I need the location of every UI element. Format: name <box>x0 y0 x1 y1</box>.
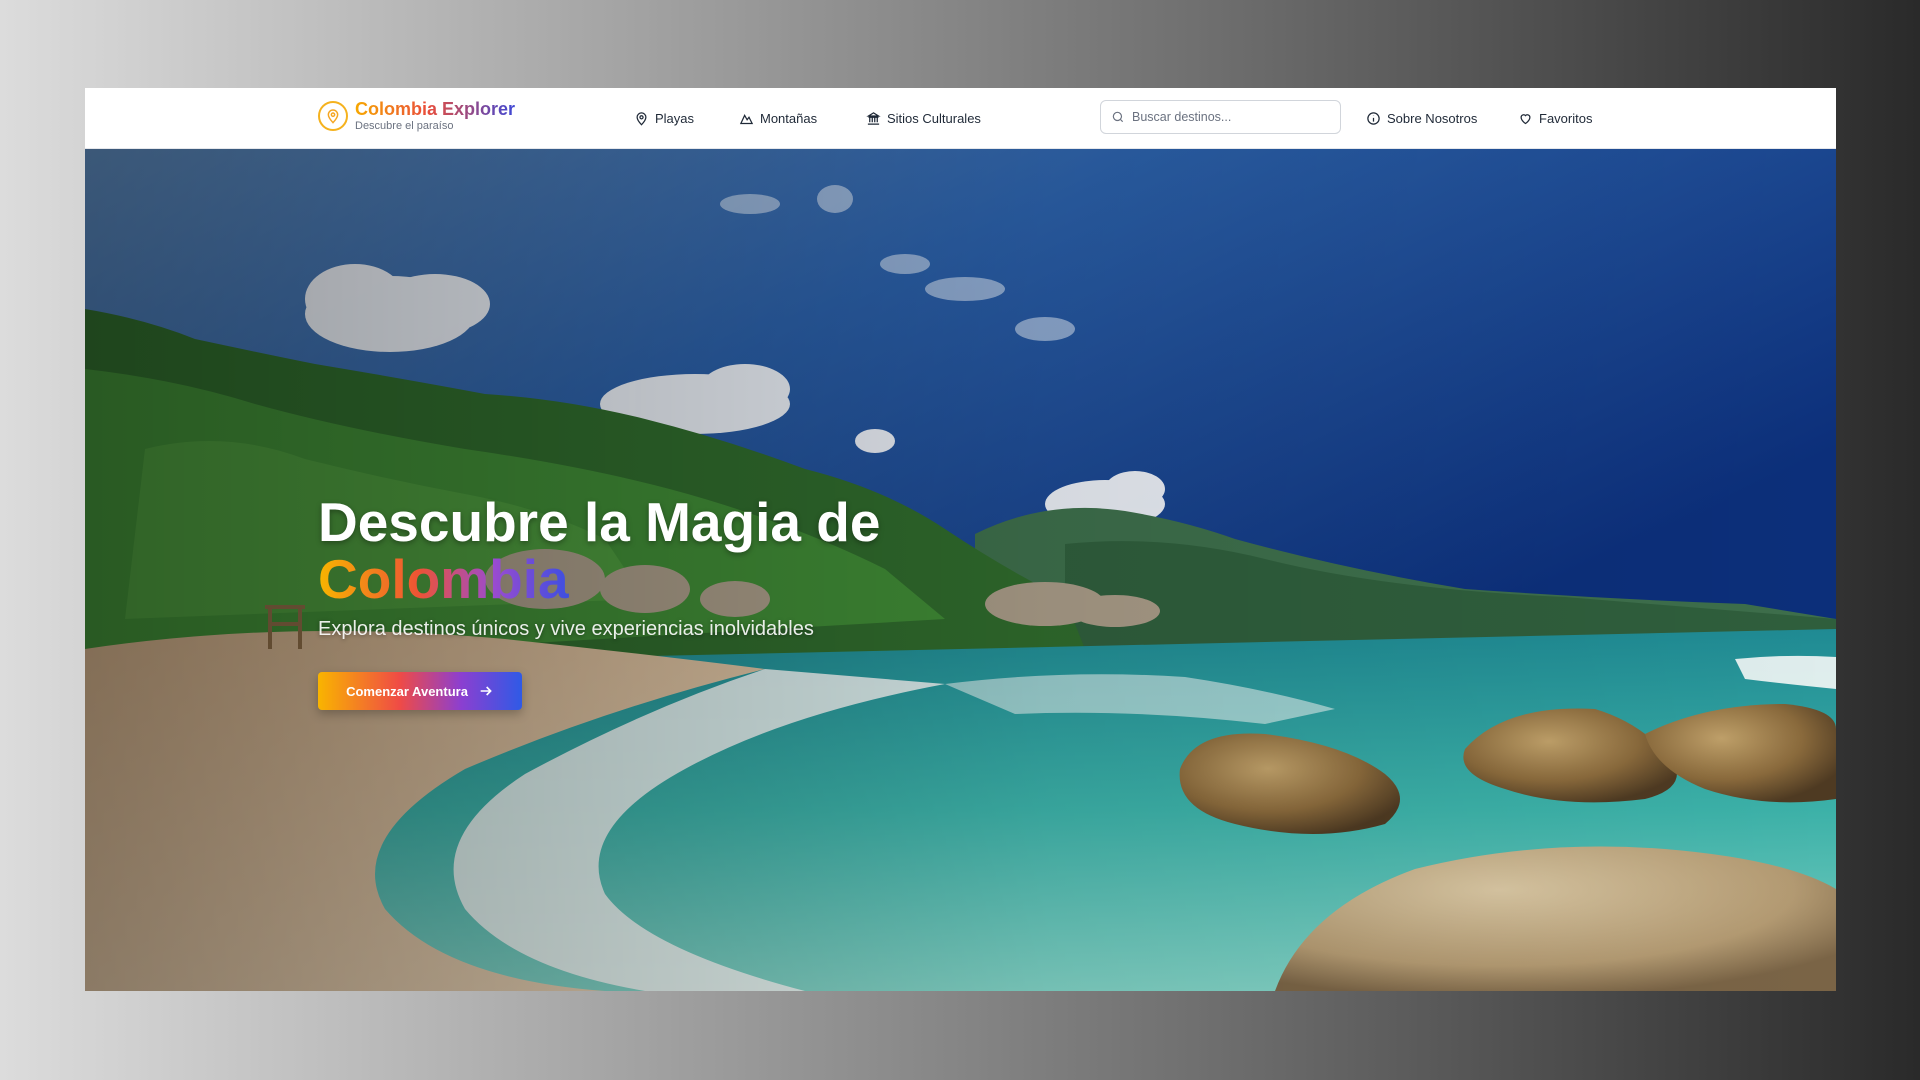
nav-link-sitios-culturales[interactable]: Sitios Culturales <box>866 108 981 128</box>
nav-link-label: Favoritos <box>1539 110 1593 126</box>
browser-frame: Colombia Explorer Descubre el paraíso Pl… <box>85 88 1836 991</box>
nav-link-favoritos[interactable]: Favoritos <box>1518 108 1592 128</box>
map-pin-icon <box>636 111 647 126</box>
cta-label: Comenzar Aventura <box>346 683 468 699</box>
mountain-icon <box>739 113 754 124</box>
start-adventure-button[interactable]: Comenzar Aventura <box>318 672 522 710</box>
navbar: Colombia Explorer Descubre el paraíso Pl… <box>85 88 1836 149</box>
heart-icon <box>1520 113 1531 124</box>
landmark-icon <box>866 111 881 125</box>
brand-subtitle: Descubre el paraíso <box>355 120 454 132</box>
nav-link-montanas[interactable]: Montañas <box>739 108 817 128</box>
brand-logo[interactable]: Colombia Explorer Descubre el paraíso <box>318 99 515 133</box>
nav-link-playas[interactable]: Playas <box>634 108 694 128</box>
hero-section: Descubre la Magia de Colombia Explora de… <box>85 149 1836 991</box>
brand-title: Colombia Explorer <box>355 99 516 119</box>
hero-content: Descubre la Magia de Colombia Explora de… <box>318 494 880 710</box>
hero-title-accent: Colombia <box>318 548 569 610</box>
hero-title: Descubre la Magia de <box>318 491 881 553</box>
nav-link-label: Sitios Culturales <box>887 110 981 126</box>
search-icon <box>1112 111 1124 123</box>
search-box[interactable] <box>1100 100 1341 134</box>
nav-link-label: Playas <box>655 110 695 126</box>
nav-link-label: Montañas <box>760 110 818 126</box>
nav-link-label: Sobre Nosotros <box>1387 110 1478 126</box>
map-pin-icon <box>318 101 348 131</box>
arrow-right-icon <box>480 686 492 696</box>
nav-link-sobre-nosotros[interactable]: Sobre Nosotros <box>1366 108 1477 128</box>
info-icon <box>1367 111 1380 125</box>
hero-subtitle: Explora destinos únicos y vive experienc… <box>318 618 814 640</box>
search-input[interactable] <box>1132 110 1322 124</box>
